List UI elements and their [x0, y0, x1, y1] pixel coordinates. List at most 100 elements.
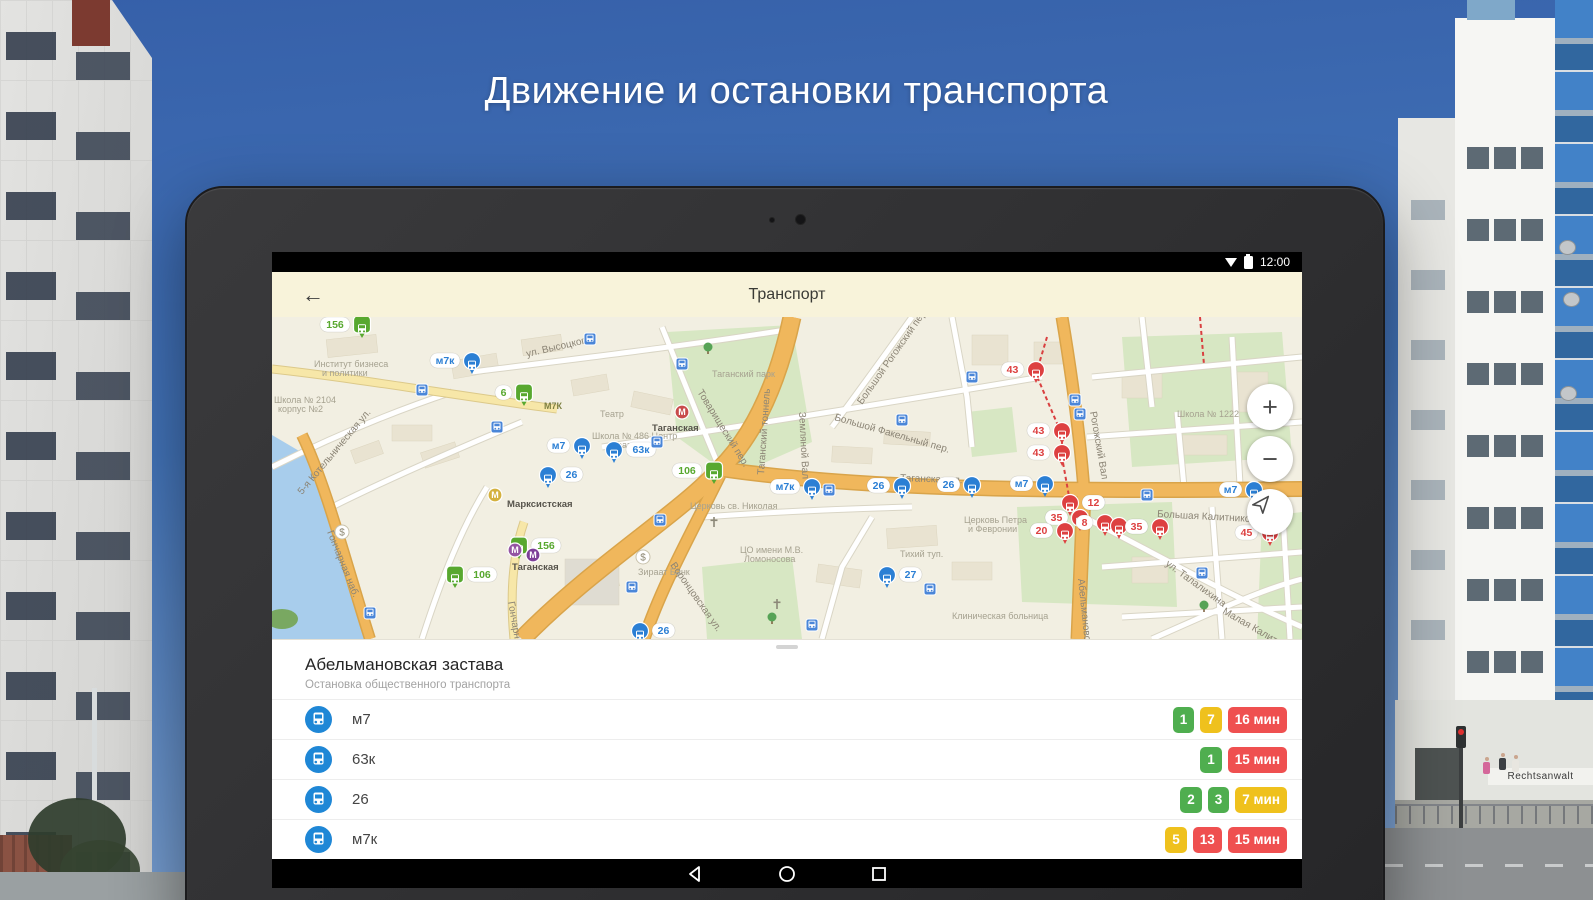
map-label: Клиническая больница [952, 611, 1048, 621]
map-marker-metro: М [526, 548, 540, 562]
eta-badge-yellow: 7 мин [1235, 787, 1287, 813]
svg-text:26: 26 [658, 625, 670, 637]
eta-badge-green: 1 [1173, 707, 1195, 733]
svg-text:45: 45 [1241, 527, 1253, 539]
window-grid [1467, 147, 1543, 692]
svg-text:$: $ [339, 527, 345, 538]
map-label: Таганская [512, 562, 559, 573]
eta-badge-green: 3 [1208, 787, 1230, 813]
map-marker-stop[interactable] [654, 514, 666, 526]
eta-badge-red: 15 мин [1228, 747, 1287, 773]
satellite-dish [1563, 292, 1580, 307]
drag-handle[interactable] [776, 645, 798, 649]
promo-page: Rechtsanwalt Движение и остановки трансп… [0, 0, 1593, 900]
back-arrow-icon[interactable]: ← [302, 284, 324, 306]
front-sensor [769, 217, 775, 223]
route-number: м7к [352, 831, 1165, 848]
map-marker-stop[interactable] [924, 583, 936, 595]
home-circle-icon[interactable] [777, 864, 797, 884]
route-number: м7 [352, 711, 1173, 728]
map-label: Таганская [652, 423, 699, 434]
locate-button[interactable] [1247, 489, 1293, 535]
map-marker-stop[interactable] [491, 421, 503, 433]
svg-text:156: 156 [537, 540, 555, 552]
map-marker-stop[interactable] [1141, 489, 1153, 501]
eta-badge-red: 15 мин [1228, 827, 1287, 853]
building-side-face [1398, 118, 1458, 700]
railing [1395, 804, 1593, 824]
battery-icon [1244, 256, 1253, 269]
tablet-screen: 12:00 ← Транспорт [272, 252, 1302, 888]
svg-text:43: 43 [1007, 364, 1019, 376]
map-label: и политики [322, 368, 368, 378]
zoom-out-button[interactable]: − [1247, 436, 1293, 482]
map-view[interactable]: ул. Высоцкого5-я Котельническая ул.Гонча… [272, 317, 1302, 639]
svg-text:156: 156 [326, 319, 344, 331]
map-marker-stop[interactable] [626, 581, 638, 593]
map-marker-stop[interactable] [676, 358, 688, 370]
map-marker-stop[interactable] [966, 371, 978, 383]
pedestrian [1483, 762, 1490, 774]
badge-group: 51315 мин [1165, 827, 1287, 853]
badge-group: 1716 мин [1173, 707, 1287, 733]
map-marker-stop[interactable] [584, 333, 596, 345]
map-label: Ломоносова [744, 554, 795, 564]
route-row[interactable]: м7к51315 мин [272, 819, 1302, 859]
recents-square-icon[interactable] [869, 864, 889, 884]
pedestrian [1512, 760, 1519, 772]
map-marker-metro: М [488, 488, 502, 502]
building-top [1455, 18, 1555, 55]
map-canvas[interactable]: ул. Высоцкого5-я Котельническая ул.Гонча… [272, 317, 1302, 639]
eta-badge-red: 13 [1193, 827, 1222, 853]
map-label: Церковь св. Николая [690, 501, 778, 511]
svg-text:М: М [529, 550, 537, 560]
wifi-icon [1225, 258, 1237, 267]
stop-bottom-sheet[interactable]: Абельмановская застава Остановка обществ… [272, 639, 1302, 859]
svg-text:М: М [511, 545, 519, 555]
map-label: Школа № 1222 [1177, 409, 1239, 419]
navigation-arrow-icon [1247, 489, 1277, 519]
lane-marking [1385, 864, 1593, 867]
stop-name: Абельмановская застава [305, 655, 1302, 675]
map-label: Марксистская [507, 499, 573, 510]
map-marker-stop[interactable] [364, 607, 376, 619]
right-apartment-building: Rechtsanwalt [1395, 0, 1593, 900]
map-marker-stop[interactable] [1196, 567, 1208, 579]
eta-badge-green: 1 [1200, 747, 1222, 773]
route-row[interactable]: 63к115 мин [272, 739, 1302, 779]
map-marker-stop[interactable] [651, 436, 663, 448]
svg-text:43: 43 [1033, 447, 1045, 459]
map-marker-metro: М [508, 543, 522, 557]
map-label: Зираат Банк [638, 567, 690, 577]
eta-badge-green: 2 [1180, 787, 1202, 813]
svg-text:м7: м7 [1224, 484, 1238, 496]
traffic-light [1459, 740, 1463, 828]
map-marker-stop[interactable] [806, 619, 818, 631]
svg-text:М: М [678, 407, 686, 417]
svg-text:27: 27 [905, 569, 917, 581]
map-label: Таганский парк [712, 369, 775, 379]
road [1385, 828, 1593, 900]
svg-text:20: 20 [1036, 525, 1048, 537]
svg-text:12: 12 [1088, 497, 1100, 509]
svg-text:6: 6 [501, 387, 507, 399]
svg-text:63к: 63к [633, 444, 651, 456]
svg-text:35: 35 [1131, 521, 1143, 533]
back-triangle-icon[interactable] [685, 864, 705, 884]
building-main-face [1455, 55, 1555, 700]
svg-text:26: 26 [943, 479, 955, 491]
zoom-in-button[interactable]: + [1247, 384, 1293, 430]
map-marker-stop[interactable] [1074, 408, 1086, 420]
eta-badge-yellow: 7 [1200, 707, 1222, 733]
route-number: 26 [352, 791, 1180, 808]
map-marker-stop[interactable] [1069, 394, 1081, 406]
route-row[interactable]: м71716 мин [272, 699, 1302, 739]
map-marker-stop[interactable] [823, 484, 835, 496]
route-row[interactable]: 26237 мин [272, 779, 1302, 819]
map-marker-stop[interactable] [896, 414, 908, 426]
svg-text:8: 8 [1082, 517, 1088, 529]
eta-badge-yellow: 5 [1165, 827, 1187, 853]
map-marker-stop[interactable] [416, 384, 428, 396]
stop-type: Остановка общественного транспорта [305, 679, 1302, 691]
status-time: 12:00 [1260, 255, 1290, 269]
